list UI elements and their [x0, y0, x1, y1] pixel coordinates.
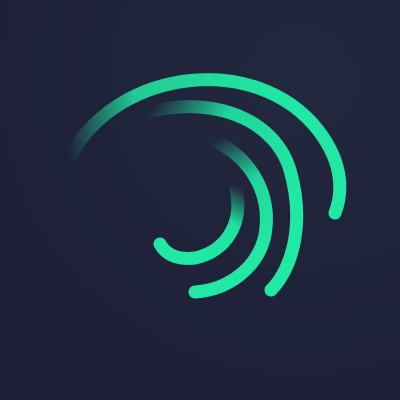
- app-logo: [0, 0, 400, 400]
